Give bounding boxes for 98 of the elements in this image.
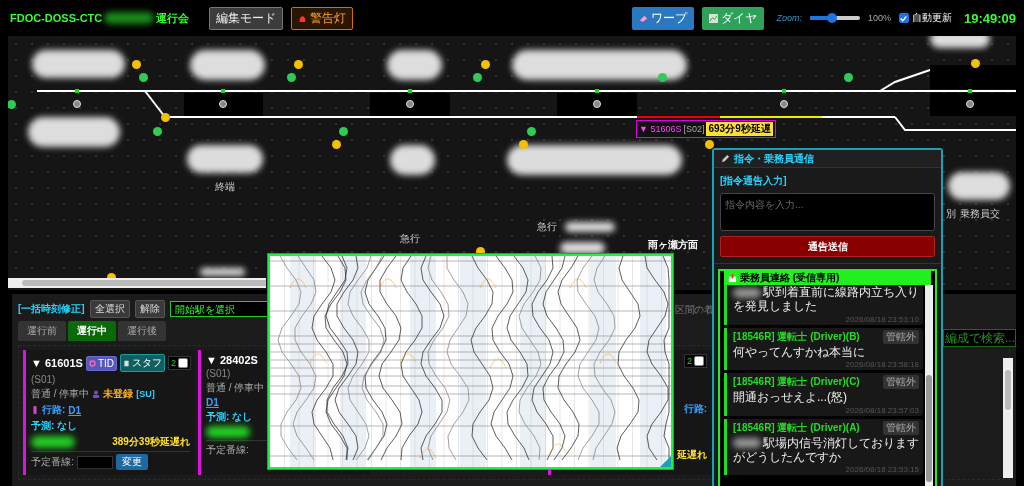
batch-title: [一括時刻修正] <box>18 301 85 316</box>
auto-update-label: 自動更新 <box>911 11 952 25</box>
person-icon <box>92 390 101 398</box>
inbox-title: 乗務員連絡 (受信専用) <box>740 271 840 285</box>
vertical-scrollbar[interactable] <box>1003 358 1013 478</box>
track-joint-icon <box>221 89 225 93</box>
horizontal-scrollbar[interactable] <box>8 278 266 288</box>
blurred-label <box>206 426 250 438</box>
tid-button[interactable]: TID <box>85 355 117 371</box>
edit-mode-button[interactable]: 編集モード <box>209 6 284 30</box>
select-all-button[interactable]: 全選択 <box>89 299 130 318</box>
hint-text: 区間の着 <box>675 303 713 317</box>
message-sender: [18546R] 運転士 (Driver)(A) <box>733 420 860 435</box>
blurred-label <box>31 436 75 448</box>
crew-select[interactable]: 2 <box>684 354 707 368</box>
message-text: 駅到着直前に線路内立ち入りを発見しました <box>733 285 919 314</box>
message-text: 駅場内信号消灯しておりますがどうしたんですか <box>733 435 919 465</box>
scope-badge: 管轄外 <box>883 375 919 390</box>
delay-text: 延遅れ <box>677 448 707 462</box>
map-label: 終端 <box>215 180 235 194</box>
crew-status: 未登録 <box>103 387 134 401</box>
map-label: 急行 <box>537 220 557 234</box>
message-scrollbar[interactable] <box>925 285 933 486</box>
crew-select[interactable]: 2 <box>168 356 191 370</box>
track-joint-icon <box>408 89 412 93</box>
train-tag[interactable]: ▼ 51606S [S02] 693分9秒延遅 <box>636 120 776 138</box>
status-tab[interactable]: 運行中 <box>68 321 116 341</box>
track-marker-icon <box>966 100 974 108</box>
track-joint-icon <box>595 89 599 93</box>
blurred-label <box>560 242 605 254</box>
blurred-label <box>104 12 155 24</box>
forecast-text: 予測: なし <box>31 419 79 433</box>
document-icon <box>123 359 130 367</box>
track-marker-icon <box>73 100 81 108</box>
staff-button[interactable]: スタフ <box>120 354 165 372</box>
platform-label: 予定番線: <box>206 443 249 457</box>
scope-badge: 管轄外 <box>883 329 919 344</box>
train-number: ▼ 28402S <box>206 354 258 366</box>
input-title: [指令通告入力] <box>720 174 788 188</box>
eraser-icon <box>639 13 649 23</box>
blurred-label <box>390 145 435 175</box>
crew-code: [SU] <box>136 389 155 399</box>
route-link[interactable]: D1 <box>68 404 82 416</box>
pen-icon <box>721 154 730 163</box>
clock: 19:49:09 <box>963 10 1016 26</box>
zoom-label: Zoom: <box>776 13 802 23</box>
message-sender: [18546R] 運転士 (Driver)(C) <box>733 375 860 390</box>
app-title-suffix: 運行会 <box>156 10 190 26</box>
track-joint-icon <box>75 89 79 93</box>
track-marker-icon <box>780 100 788 108</box>
clear-button[interactable]: 解除 <box>134 299 165 318</box>
message-field[interactable]: 指令内容を入力... <box>720 193 935 231</box>
chart-icon <box>709 13 719 23</box>
blurred-label <box>387 50 442 80</box>
status-tab[interactable]: 運行前 <box>18 321 66 341</box>
delay-text: 389分39秒延遅れ <box>112 435 190 449</box>
map-label: 急行 <box>400 232 420 246</box>
auto-update-checkbox[interactable] <box>898 13 909 23</box>
blurred-label <box>948 172 1010 200</box>
blurred-label <box>200 268 245 276</box>
zoom-slider[interactable] <box>809 16 860 20</box>
message-text: 何やってんすかね本当に <box>733 344 866 360</box>
map-label: 雨ヶ瀬方面 <box>648 238 698 252</box>
train-number: ▼ 61601S <box>31 357 83 369</box>
warp-button[interactable]: ワープ <box>632 6 695 30</box>
track-joint-icon <box>782 89 786 93</box>
warning-light-button[interactable]: 警告灯 <box>291 6 354 30</box>
message-text: 開通おっせえよ...(怒) <box>733 390 848 405</box>
platform-label: 予定番線: <box>31 455 74 469</box>
track-marker-icon <box>593 100 601 108</box>
send-button[interactable]: 通告送信 <box>720 236 935 257</box>
panel-title: 指令・乗務員通信 <box>734 151 814 166</box>
inbox-icon <box>728 273 737 283</box>
app-title: FDOC-DOSS-CTC <box>10 12 103 24</box>
platform-field[interactable] <box>76 455 113 469</box>
scope-badge: 管轄外 <box>883 420 919 435</box>
zoom-reading: 100% <box>867 13 891 23</box>
route-label: 行路: <box>42 403 66 417</box>
status-tab[interactable]: 運行後 <box>118 321 166 341</box>
train-status: 普通 / 停車中 <box>206 381 265 395</box>
search-field[interactable]: 編成で検索... <box>943 329 1016 347</box>
train-status: 普通 / 停車中 <box>31 387 90 401</box>
change-button[interactable]: 変更 <box>115 454 148 470</box>
route-label: 行路: <box>683 402 707 416</box>
track-marker-icon <box>406 100 414 108</box>
map-label: 別 <box>946 207 956 221</box>
map-label: 乗務員交 <box>960 207 1000 221</box>
blurred-label <box>930 36 990 48</box>
message-sender: [18546R] 運転士 (Driver)(B) <box>733 329 860 344</box>
track-code: (S01) <box>206 368 232 379</box>
target-icon <box>88 359 96 367</box>
track-joint-icon <box>968 89 972 93</box>
phone-icon <box>31 406 39 414</box>
track-marker-icon <box>219 100 227 108</box>
track-code: (S01) <box>31 374 57 385</box>
forecast-text: 予測: なし <box>206 410 254 424</box>
blurred-label <box>565 222 615 232</box>
route-link[interactable]: D1 <box>206 397 219 408</box>
